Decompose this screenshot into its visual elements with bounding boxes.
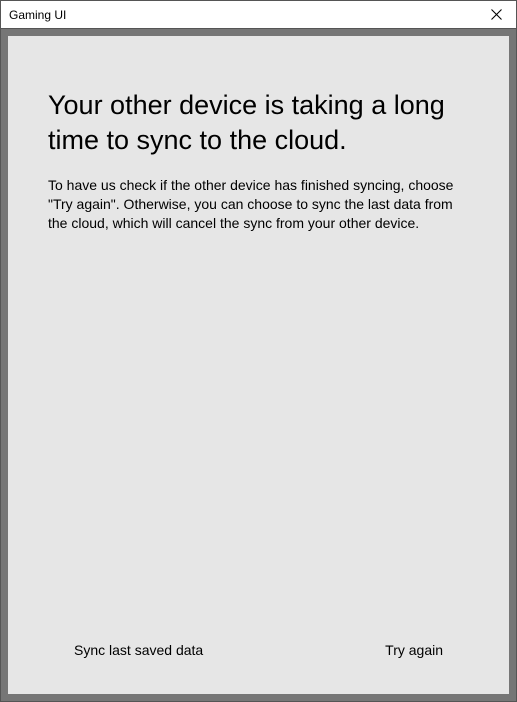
content-area: Your other device is taking a long time … [8,36,509,694]
outer-frame: Your other device is taking a long time … [1,29,516,701]
dialog-body: To have us check if the other device has… [48,176,469,233]
spacer [48,233,469,636]
titlebar: Gaming UI [1,1,516,29]
try-again-button[interactable]: Try again [377,636,451,664]
window-frame: Gaming UI Your other device is taking a … [0,0,517,702]
button-row: Sync last saved data Try again [48,636,469,670]
sync-last-saved-button[interactable]: Sync last saved data [66,636,211,664]
close-icon [491,9,502,20]
close-button[interactable] [480,2,512,28]
window-title: Gaming UI [9,8,66,22]
dialog-heading: Your other device is taking a long time … [48,88,469,158]
